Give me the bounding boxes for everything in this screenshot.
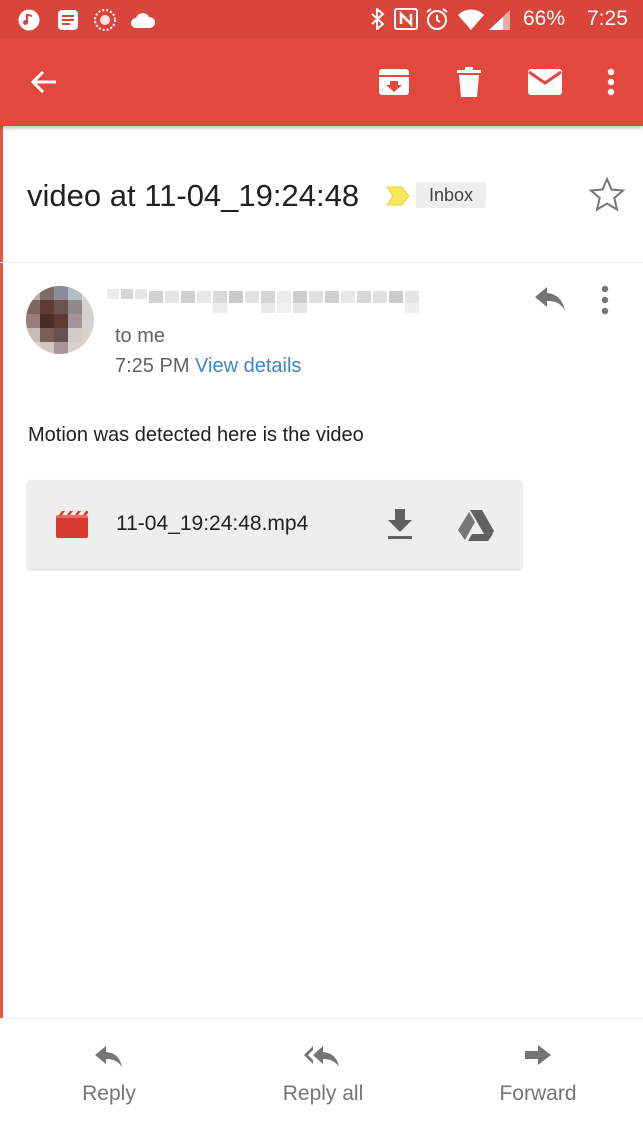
- attachment-card[interactable]: 11-04_19:24:48.mp4: [27, 480, 522, 569]
- news-icon: [58, 10, 78, 30]
- reply-icon: [95, 1046, 122, 1067]
- dots-icon: [94, 9, 116, 31]
- reply-all-icon: [304, 1046, 339, 1067]
- time-row: 7:25 PM View details: [115, 355, 301, 378]
- reply-all-label: Reply all: [282, 1082, 364, 1105]
- inbox-label[interactable]: Inbox: [416, 182, 487, 208]
- archive-button[interactable]: [370, 58, 418, 106]
- message-more-vert-icon[interactable]: [600, 285, 610, 315]
- mark-unread-icon: [528, 69, 562, 95]
- reply-icon[interactable]: [531, 283, 569, 315]
- back-arrow-icon: [30, 70, 56, 94]
- more-options-button[interactable]: [587, 58, 635, 106]
- nfc-icon: [394, 8, 418, 30]
- back-button[interactable]: [20, 58, 68, 106]
- clock: 7:25: [587, 7, 628, 30]
- more-vert-icon: [607, 68, 615, 96]
- signal-icon: [489, 10, 510, 30]
- avatar-image: [26, 286, 94, 354]
- view-details-link[interactable]: View details: [195, 355, 301, 377]
- delete-button[interactable]: [445, 58, 493, 106]
- bluetooth-icon: [371, 8, 385, 30]
- star-icon[interactable]: [588, 176, 626, 212]
- alarm-icon: [426, 8, 448, 30]
- delete-icon: [457, 67, 481, 97]
- sent-time: 7:25 PM: [115, 355, 190, 377]
- wifi-icon: [458, 9, 484, 30]
- download-icon[interactable]: [385, 507, 415, 541]
- reply-all-button[interactable]: Reply all: [243, 1043, 403, 1123]
- bottom-action-bar: Reply Reply all Forward: [0, 1018, 643, 1135]
- recipient-line[interactable]: to me: [115, 325, 165, 348]
- avatar[interactable]: [26, 286, 94, 354]
- archive-icon: [379, 69, 409, 95]
- music-icon: [18, 9, 40, 31]
- email-subject: video at 11-04_19:24:48: [27, 178, 360, 213]
- reply-label: Reply: [82, 1082, 136, 1105]
- divider: [0, 262, 643, 263]
- mark-unread-button[interactable]: [521, 58, 569, 106]
- forward-button[interactable]: Forward: [458, 1043, 618, 1123]
- reply-button[interactable]: Reply: [29, 1043, 189, 1123]
- attachment-filename: 11-04_19:24:48.mp4: [116, 512, 309, 535]
- status-bar: 66% 7:25: [0, 0, 643, 38]
- subject-row: video at 11-04_19:24:48 Inbox: [0, 150, 643, 240]
- app-bar: [0, 38, 643, 126]
- save-to-drive-icon[interactable]: [457, 508, 495, 542]
- importance-marker-icon[interactable]: [386, 186, 410, 206]
- message-body: Motion was detected here is the video: [28, 424, 364, 446]
- forward-icon: [525, 1045, 551, 1065]
- battery-level: 66%: [523, 7, 566, 30]
- forward-label: Forward: [499, 1082, 577, 1105]
- cloud-icon: [131, 13, 156, 28]
- sender-name-redacted: [107, 287, 422, 315]
- video-file-icon: [56, 511, 88, 538]
